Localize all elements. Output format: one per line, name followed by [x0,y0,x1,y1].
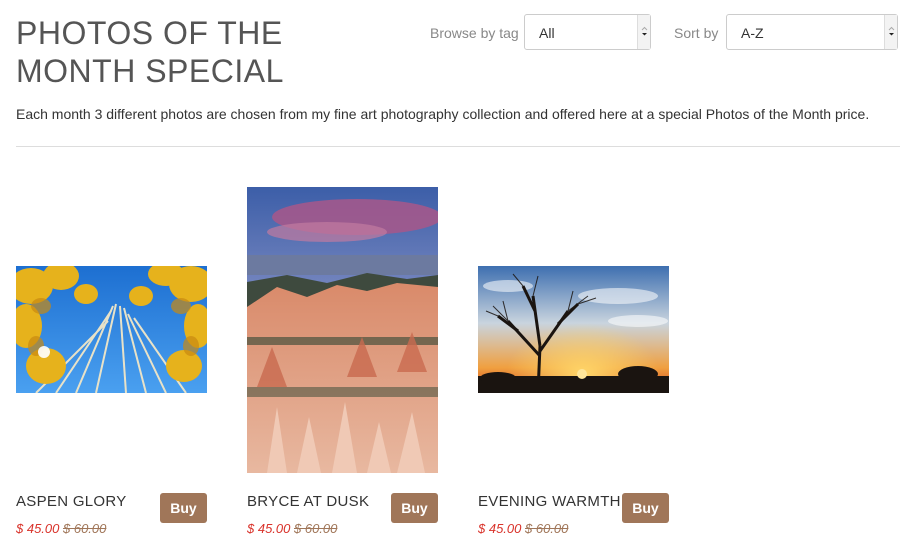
product-title[interactable]: BRYCE AT DUSK [247,493,369,510]
price-block: $ 45.00 $ 60.00 [247,521,337,536]
product-title[interactable]: EVENING WARMTH [478,493,621,510]
sunset-tree-photo[interactable] [478,266,669,393]
original-price: $ 60.00 [525,521,569,536]
price-block: $ 45.00 $ 60.00 [16,521,106,536]
product-card: ASPEN GLORY Buy $ 45.00 $ 60.00 [16,0,207,552]
product-title[interactable]: ASPEN GLORY [16,493,127,510]
product-card: EVENING WARMTH Buy $ 45.00 $ 60.00 [478,0,669,552]
original-price: $ 60.00 [63,521,107,536]
buy-button[interactable]: Buy [160,493,207,523]
sort-by-select[interactable]: A-Z [726,14,898,50]
sale-price: $ 45.00 [478,521,522,536]
sort-by-label: Sort by [674,25,719,41]
sort-by-value: A-Z [741,25,764,41]
price-block: $ 45.00 $ 60.00 [478,521,568,536]
product-card: BRYCE AT DUSK Buy $ 45.00 $ 60.00 [247,0,438,552]
buy-button[interactable]: Buy [622,493,669,523]
bryce-canyon-photo[interactable] [247,187,438,473]
aspen-trees-photo[interactable] [16,266,207,393]
buy-button[interactable]: Buy [391,493,438,523]
original-price: $ 60.00 [294,521,338,536]
chevron-down-icon [884,15,897,49]
sale-price: $ 45.00 [247,521,291,536]
sale-price: $ 45.00 [16,521,60,536]
